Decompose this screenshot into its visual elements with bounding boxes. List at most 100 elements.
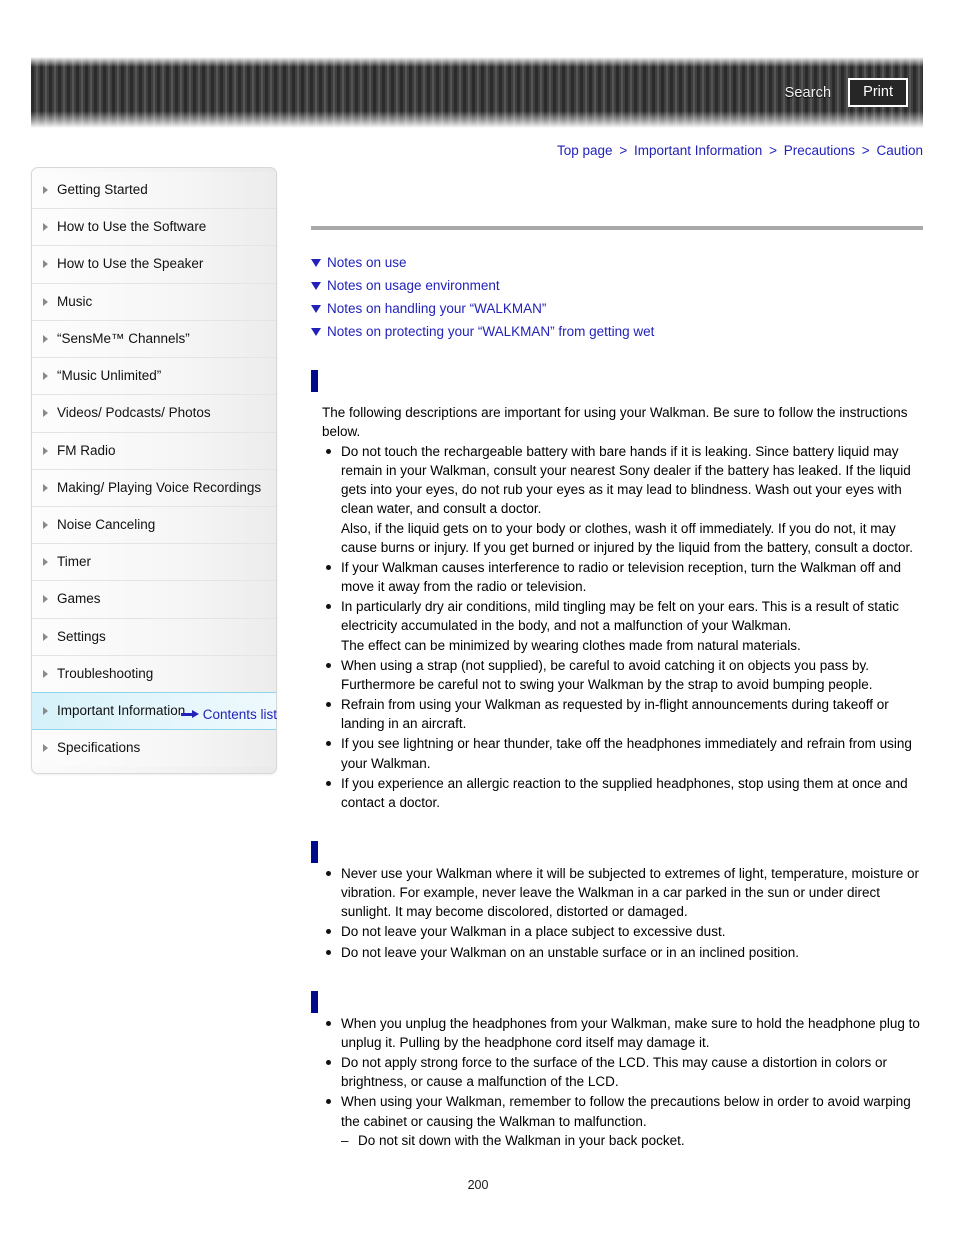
anchor-link[interactable]: Notes on handling your “WALKMAN” [311,300,923,318]
list-item: When you unplug the headphones from your… [311,1014,923,1052]
content-section: Never use your Walkman where it will be … [311,840,923,962]
sidebar-item-label: “SensMe™ Channels” [57,330,190,346]
sidebar-item-music-unlimited[interactable]: “Music Unlimited” [32,357,276,395]
triangle-right-icon [43,558,48,567]
breadcrumb-separator: > [619,143,628,158]
anchor-link[interactable]: Notes on use [311,254,923,272]
sidebar-navigation: Getting Started How to Use the Software Ho… [31,167,277,774]
breadcrumb-item-top-page[interactable]: Top page [557,143,613,158]
page-number: 200 [467,1178,489,1192]
triangle-right-icon [43,744,48,753]
list-item-text: If your Walkman causes interference to r… [341,559,902,595]
list-item-continuation: Also, if the liquid gets on to your body… [341,520,914,555]
list-item-text: In particularly dry air conditions, mild… [341,599,899,634]
triangle-right-icon [43,260,48,269]
sidebar-item-how-to-use-the-speaker[interactable]: How to Use the Speaker [32,245,276,283]
sidebar-item-videos-podcasts-photos[interactable]: Videos/ Podcasts/ Photos [32,394,276,432]
bullet-list: When you unplug the headphones from your… [311,1014,923,1150]
sub-list: Do not sit down with the Walkman in your… [341,1131,923,1150]
section-intro-text: The following descriptions are important… [322,404,908,439]
list-item: In particularly dry air conditions, mild… [311,597,923,654]
section-heading [311,840,923,863]
list-item-text: When using your Walkman, remember to fol… [341,1094,911,1129]
sidebar-item-label: Settings [57,628,106,644]
list-item: Do not apply strong force to the surface… [311,1053,923,1091]
breadcrumb-item-important-information[interactable]: Important Information [634,143,762,158]
anchor-link[interactable]: Notes on protecting your “WALKMAN” from … [311,323,923,341]
content-divider [311,226,923,230]
list-item-continuation: The effect can be minimized by wearing c… [341,637,801,653]
anchor-link-label: Notes on use [327,255,407,270]
sidebar-item-specifications[interactable]: Specifications [32,730,276,767]
breadcrumb: Top page > Important Information > Preca… [557,143,923,158]
triangle-right-icon [43,334,48,343]
anchor-link[interactable]: Notes on usage environment [311,277,923,295]
triangle-down-icon [311,328,321,337]
list-item-text: Do not touch the rechargeable battery wi… [341,444,911,517]
list-item-text: When you unplug the headphones from your… [341,1015,920,1050]
sidebar-item-games[interactable]: Games [32,580,276,618]
list-item: Do not leave your Walkman in a place sub… [311,922,923,941]
sidebar-item-label: Videos/ Podcasts/ Photos [57,405,211,421]
sidebar-item-making-playing-voice-recordings[interactable]: Making/ Playing Voice Recordings [32,468,276,506]
list-item-text: Do not apply strong force to the surface… [341,1055,888,1090]
content-section: When you unplug the headphones from your… [311,990,923,1150]
sidebar-item-label: Troubleshooting [57,665,154,681]
list-item-text: Never use your Walkman where it will be … [341,865,919,920]
list-item-text: Do not leave your Walkman in a place sub… [341,924,726,940]
anchor-link-label: Notes on handling your “WALKMAN” [327,301,547,317]
sub-list-item: Do not sit down with the Walkman in your… [341,1131,923,1150]
breadcrumb-item-precautions[interactable]: Precautions [784,143,855,158]
sidebar-item-sensme-channels[interactable]: “SensMe™ Channels” [32,319,276,358]
header-bar: Search Print [31,57,923,128]
sidebar-item-getting-started[interactable]: Getting Started [32,172,276,209]
section-heading [311,369,923,392]
list-item: Do not touch the rechargeable battery wi… [311,442,923,557]
list-item-text: When using a strap (not supplied), be ca… [341,657,873,692]
triangle-right-icon [43,595,48,604]
list-item: When using your Walkman, remember to fol… [311,1092,923,1150]
section-list: The following descriptions are important… [311,369,923,1150]
heading-marker-bar [311,990,318,1013]
anchor-link-label: Notes on usage environment [327,278,500,294]
breadcrumb-separator: > [769,143,777,158]
list-item-text: Do not leave your Walkman on an unstable… [341,944,800,960]
list-item: When using a strap (not supplied), be ca… [311,656,923,694]
triangle-down-icon [311,305,321,314]
triangle-down-icon [311,259,321,267]
content-section: The following descriptions are important… [311,369,923,812]
sidebar-item-noise-canceling[interactable]: Noise Canceling [32,505,276,544]
print-button[interactable]: Print [848,77,908,108]
sidebar-item-label: Timer [57,554,91,570]
contents-list-label: Contents list [202,707,277,722]
triangle-right-icon [43,446,48,455]
list-item-text: If you see lightning or hear thunder, ta… [341,736,912,771]
contents-list-link[interactable]: Contents list [31,707,277,722]
sidebar-item-how-to-use-the-software[interactable]: How to Use the Software [32,208,276,246]
breadcrumb-separator: > [861,143,870,158]
list-item: Do not leave your Walkman on an unstable… [311,943,923,962]
bullet-list: Do not touch the rechargeable battery wi… [311,442,923,812]
sidebar-item-label: FM Radio [57,442,116,458]
triangle-right-icon [43,483,48,492]
heading-marker-bar [311,369,318,392]
triangle-right-icon [43,409,48,418]
triangle-right-icon [43,632,48,641]
list-item: If you experience an allergic reaction t… [311,774,923,812]
anchor-link-list: Notes on use Notes on usage environment No… [311,254,923,341]
main-content: Notes on use Notes on usage environment No… [311,167,923,1150]
sidebar-item-label: “Music Unlimited” [57,368,162,384]
triangle-right-icon [43,520,48,529]
triangle-right-icon [43,669,48,678]
sidebar-item-troubleshooting[interactable]: Troubleshooting [32,654,276,693]
breadcrumb-item-caution[interactable]: Caution [876,143,923,158]
sidebar-item-music[interactable]: Music [32,282,276,320]
list-item: Refrain from using your Walkman as reque… [311,695,923,733]
triangle-right-icon [43,223,48,232]
sidebar-item-settings[interactable]: Settings [32,617,276,655]
sidebar-item-fm-radio[interactable]: FM Radio [32,431,276,469]
sidebar-item-timer[interactable]: Timer [32,543,276,581]
triangle-down-icon [311,282,321,291]
triangle-right-icon [43,372,48,381]
search-button[interactable]: Search [785,85,832,101]
